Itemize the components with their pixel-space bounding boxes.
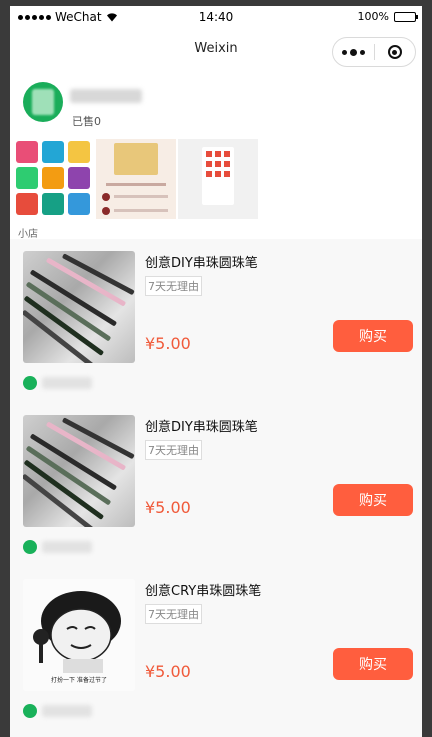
- seller-name-blurred: [42, 705, 92, 717]
- product-price: ¥5.00: [145, 334, 191, 353]
- buy-button[interactable]: 购买: [333, 648, 413, 680]
- seller-info: [23, 704, 92, 718]
- shop-thumbnail-colorful[interactable]: [14, 139, 94, 219]
- product-image-pens[interactable]: [23, 251, 135, 363]
- product-card[interactable]: 创意DIY串珠圆珠笔 7天无理由 ¥5.00 购买: [10, 403, 422, 567]
- shop-header: 已售0 小店: [10, 76, 422, 241]
- product-price: ¥5.00: [145, 498, 191, 517]
- wechat-miniprogram-screen: WeChat 14:40 100% Weixin 已售0 小店 创意DIY串珠圆…: [10, 6, 422, 737]
- nav-bar: Weixin: [10, 28, 422, 70]
- shop-thumbnail-product[interactable]: [96, 139, 176, 219]
- meme-caption: 打扮一下 准备过节了: [51, 677, 107, 684]
- product-image-meme[interactable]: 打扮一下 准备过节了: [23, 579, 135, 691]
- shop-thumbnails: [14, 139, 258, 219]
- product-card[interactable]: 打扮一下 准备过节了 创意CRY串珠圆珠笔 7天无理由 ¥5.00 购买: [10, 567, 422, 731]
- product-card[interactable]: 创意DIY串珠圆珠笔 7天无理由 ¥5.00 购买: [10, 239, 422, 403]
- buy-button[interactable]: 购买: [333, 484, 413, 516]
- seller-info: [23, 376, 92, 390]
- shop-name-blurred: [70, 89, 142, 103]
- product-title: 创意DIY串珠圆珠笔: [145, 420, 258, 435]
- product-image-pens[interactable]: [23, 415, 135, 527]
- more-icon[interactable]: [333, 38, 374, 66]
- product-title: 创意CRY串珠圆珠笔: [145, 584, 262, 599]
- product-title: 创意DIY串珠圆珠笔: [145, 256, 258, 271]
- shop-thumbnail-app[interactable]: [178, 139, 258, 219]
- status-bar: WeChat 14:40 100%: [10, 6, 422, 28]
- return-policy-tag: 7天无理由: [145, 604, 202, 624]
- return-policy-tag: 7天无理由: [145, 440, 202, 460]
- product-list: 创意DIY串珠圆珠笔 7天无理由 ¥5.00 购买 创意DIY串珠圆珠笔 7天无…: [10, 239, 422, 737]
- shop-sold-count: 已售0: [72, 115, 101, 128]
- close-miniprogram-icon[interactable]: [374, 38, 415, 66]
- seller-avatar-icon: [23, 540, 37, 554]
- product-price: ¥5.00: [145, 662, 191, 681]
- capsule-menu: [332, 37, 416, 67]
- seller-avatar-icon: [23, 376, 37, 390]
- buy-button[interactable]: 购买: [333, 320, 413, 352]
- return-policy-tag: 7天无理由: [145, 276, 202, 296]
- seller-info: [23, 540, 92, 554]
- battery-percent: 100%: [357, 10, 389, 23]
- seller-name-blurred: [42, 377, 92, 389]
- seller-avatar-icon: [23, 704, 37, 718]
- battery-group: 100%: [357, 10, 418, 23]
- shop-avatar[interactable]: [23, 82, 63, 122]
- shop-section-label: 小店: [18, 229, 38, 240]
- seller-name-blurred: [42, 541, 92, 553]
- battery-icon: [394, 11, 418, 22]
